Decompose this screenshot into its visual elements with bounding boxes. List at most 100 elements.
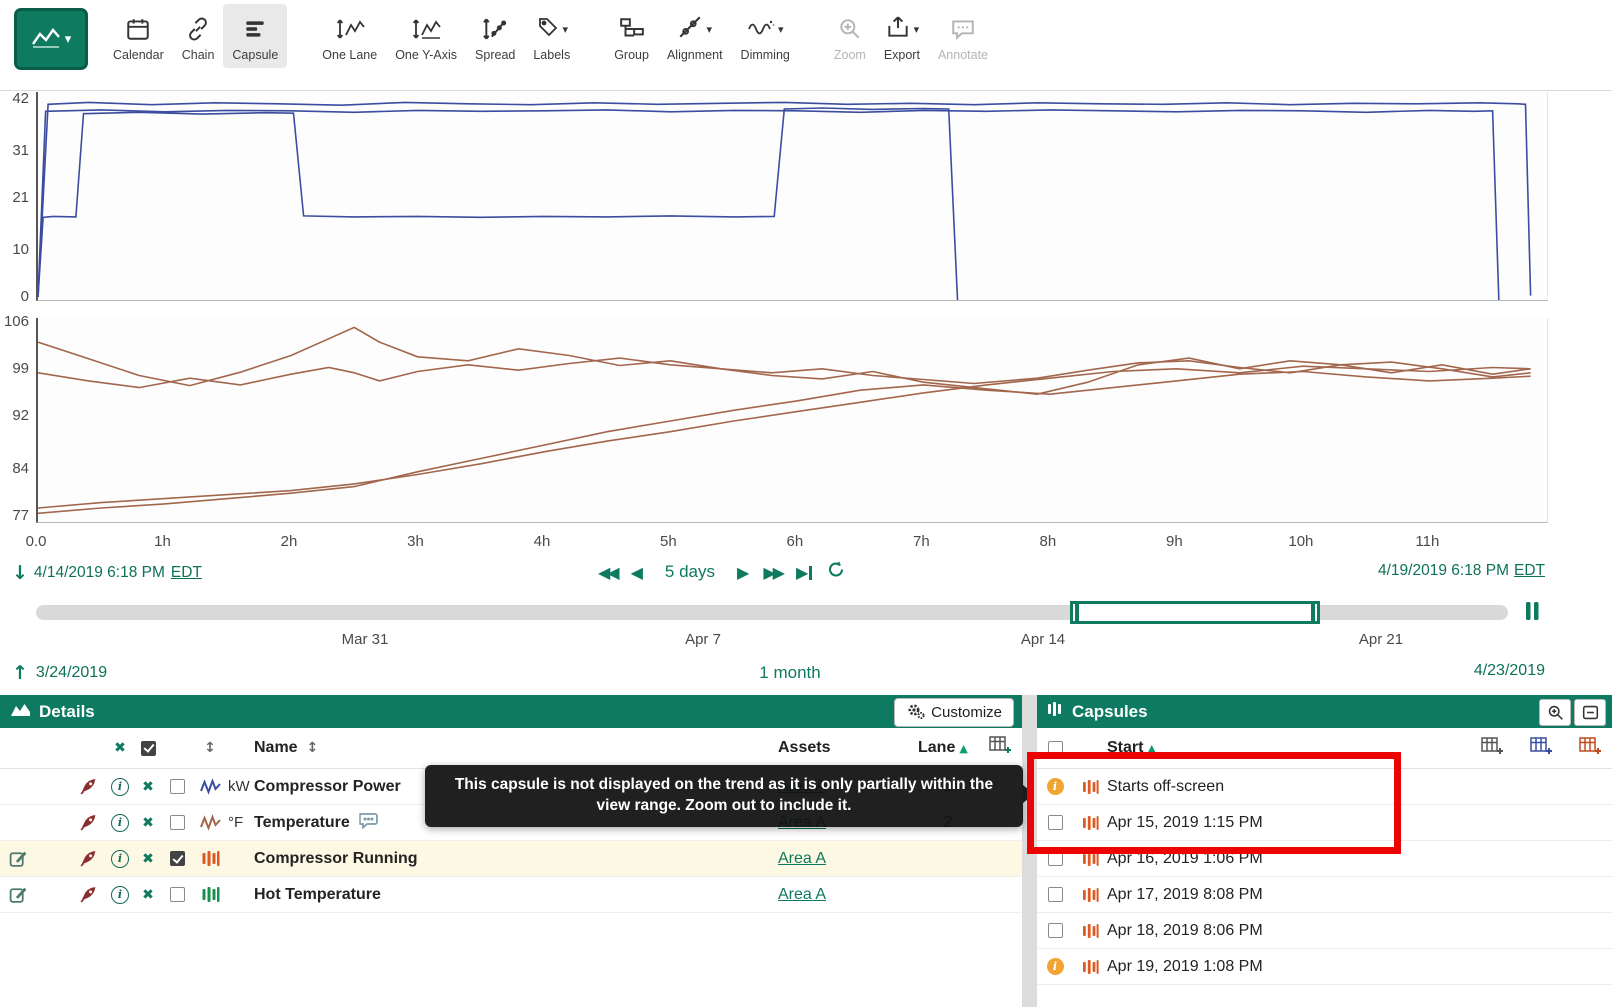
capsules-collapse-button[interactable] [1574,699,1606,726]
range-start-timezone-link[interactable]: EDT [171,564,202,582]
x-tick-label: 8h [1040,533,1057,550]
capsule-row[interactable]: Apr 15, 2019 1:15 PM [1037,805,1612,841]
step-fast-back-button[interactable]: ◀◀ [598,563,617,582]
toolbar-capsule-button[interactable]: Capsule [223,4,287,68]
asset-link[interactable]: Area A [778,850,826,868]
investigate-start-date[interactable]: 3/24/2019 [36,664,107,682]
zoom-icon [837,13,863,45]
step-back-button[interactable]: ◀ [631,563,643,582]
toolbar-calendar-button[interactable]: Calendar [104,4,173,68]
column-header-lane[interactable]: Lane [918,739,955,757]
trend-chart-lane-power[interactable] [36,92,1548,301]
row-checkbox[interactable] [170,851,185,866]
capsule-warning-icon[interactable]: i [1047,778,1064,795]
rocket-icon[interactable] [70,885,106,904]
toolbar-label: Chain [182,48,215,62]
item-info-icon[interactable]: i [111,814,129,832]
add-signal-column-icon[interactable] [1530,736,1553,762]
remove-item-icon[interactable]: ✖ [142,887,154,903]
add-condition-column-icon[interactable] [1579,736,1602,762]
toolbar-one-lane-button[interactable]: One Lane [313,4,386,68]
annotation-bubble-icon[interactable] [358,812,379,834]
item-info-icon[interactable]: i [111,778,129,796]
details-row-hot-temperature[interactable]: i ✖ Hot Temperature Area A [0,877,1022,913]
x-tick-label: 11h [1415,533,1439,550]
row-checkbox[interactable] [170,887,185,902]
capsules-zoom-button[interactable] [1539,699,1571,726]
toolbar-alignment-button[interactable]: ▾ Alignment [658,4,732,68]
capsule-checkbox[interactable] [1048,851,1063,866]
customize-label: Customize [931,704,1002,721]
details-row-compressor-running[interactable]: i ✖ Compressor Running Area A [0,841,1022,877]
toolbar-dimming-button[interactable]: ▾ Dimming [732,4,799,68]
capsule-row[interactable]: i Apr 19, 2019 1:08 PM [1037,949,1612,985]
range-end-timezone-link[interactable]: EDT [1514,562,1545,580]
rocket-icon[interactable] [70,813,106,832]
remove-item-icon[interactable]: ✖ [142,815,154,831]
toolbar-group-button[interactable]: Group [605,4,658,68]
customize-button[interactable]: Customize [894,698,1014,727]
capsule-checkbox[interactable] [1048,815,1063,830]
add-column-icon[interactable] [1481,736,1504,762]
item-info-icon[interactable]: i [111,850,129,868]
capsule-row-starts-off-screen[interactable]: i Starts off-screen [1037,769,1612,805]
toolbar-label: Zoom [834,48,866,62]
select-all-checkbox[interactable] [141,741,156,756]
toolbar-annotate-button[interactable]: Annotate [929,4,997,68]
remove-item-icon[interactable]: ✖ [142,779,154,795]
toolbar-label: Dimming [741,48,790,62]
condition-icon [192,850,228,867]
step-to-end-button[interactable]: ▶ [796,563,812,582]
asset-link[interactable]: Area A [778,886,826,904]
series-power-c [38,110,1499,300]
timeline-selection-handle[interactable] [1070,601,1320,624]
worksheet-view-button[interactable]: ▾ [14,8,88,70]
spread-icon [482,13,508,45]
edit-icon[interactable] [0,885,36,904]
capsule-row[interactable]: Apr 17, 2019 8:08 PM [1037,877,1612,913]
row-checkbox[interactable] [170,815,185,830]
toolbar-labels-button[interactable]: ▾ Labels [524,4,579,68]
capsule-row[interactable]: Apr 16, 2019 1:06 PM [1037,841,1612,877]
investigate-duration-label[interactable]: 1 month [759,663,820,683]
rocket-icon[interactable] [70,777,106,796]
alignment-icon [677,14,703,45]
toolbar-one-y-axis-button[interactable]: One Y-Axis [386,4,466,68]
capsule-lane-indicator-icon[interactable] [1522,600,1544,627]
investigate-end-date[interactable]: 4/23/2019 [1474,662,1545,680]
add-column-icon[interactable] [989,735,1012,761]
remove-all-icon[interactable]: ✖ [114,740,126,756]
column-header-start[interactable]: Start [1107,739,1143,757]
row-checkbox[interactable] [170,779,185,794]
item-info-icon[interactable]: i [111,886,129,904]
range-end-date[interactable]: 4/19/2019 6:18 PM [1378,562,1509,580]
sort-asc-icon: ▲ [1147,742,1155,755]
remove-item-icon[interactable]: ✖ [142,851,154,867]
step-fast-forward-button[interactable]: ▶▶ [763,563,782,582]
toolbar-zoom-button[interactable]: Zoom [825,4,875,68]
investigate-start-arrow-icon: ↑ [12,662,28,684]
capsule-warning-icon[interactable]: i [1047,958,1064,975]
series-power-a [38,102,1531,297]
sort-icon[interactable]: ↕ [204,740,216,756]
toolbar-spread-button[interactable]: Spread [466,4,524,68]
rocket-icon[interactable] [70,849,106,868]
range-start-date[interactable]: 4/14/2019 6:18 PM [34,564,165,582]
sort-icon[interactable]: ↕ [306,740,318,756]
toolbar: ▾ Calendar Chain Capsule One Lane One Y-… [0,0,1612,91]
duration-label[interactable]: 5 days [665,562,715,582]
toolbar-chain-button[interactable]: Chain [173,4,224,68]
trend-chart-lane-temperature[interactable] [36,318,1548,523]
capsule-checkbox[interactable] [1048,923,1063,938]
column-header-assets[interactable]: Assets [778,739,830,757]
y-tick-label: 42 [12,90,29,107]
auto-update-button[interactable] [826,560,846,584]
toolbar-export-button[interactable]: ▾ Export [875,4,929,68]
capsule-checkbox[interactable] [1048,887,1063,902]
capsule-row[interactable]: Apr 18, 2019 8:06 PM [1037,913,1612,949]
chain-icon [185,13,211,45]
select-all-capsules-checkbox[interactable] [1048,741,1063,756]
column-header-name[interactable]: Name [254,739,298,757]
edit-icon[interactable] [0,849,36,868]
step-forward-button[interactable]: ▶ [737,563,749,582]
